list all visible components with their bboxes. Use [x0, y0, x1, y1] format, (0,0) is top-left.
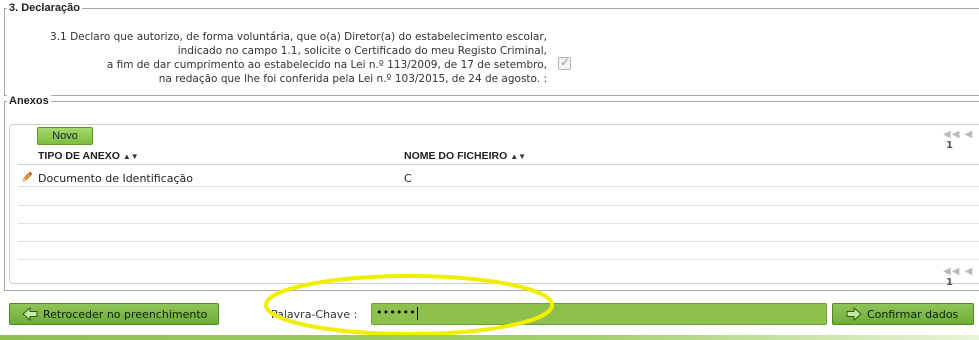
declaracao-text: 3.1 Declaro que autorizo, de forma volun… — [13, 30, 547, 86]
table-row — [18, 224, 979, 242]
table-header: TIPO DE ANEXO ▲▼ NOME DO FICHEIRO ▲▼ — [18, 149, 979, 165]
arrow-right-icon — [846, 307, 862, 321]
pager-prev-icon[interactable]: ◀ — [965, 266, 974, 277]
declaracao-section: 3. Declaração 3.1 Declaro que autorizo, … — [4, 1, 979, 96]
column-header-tipo[interactable]: TIPO DE ANEXO ▲▼ — [38, 150, 139, 162]
confirmar-label: Confirmar dados — [867, 308, 959, 321]
declaracao-line-3: a fim de dar cumprimento ao estabelecido… — [106, 59, 547, 71]
confirmar-button[interactable]: Confirmar dados — [832, 303, 974, 325]
cell-tipo: Documento de Identificação — [38, 172, 194, 185]
pager-first-icon[interactable]: ◀◀ — [943, 129, 960, 140]
column-header-tipo-label: TIPO DE ANEXO — [38, 150, 120, 162]
column-header-nome-label: NOME DO FICHEIRO — [404, 150, 508, 162]
pager-prev-icon[interactable]: ◀ — [965, 129, 974, 140]
retroceder-label: Retroceder no preenchimento — [43, 308, 208, 321]
checkbox-icon: ✓ — [560, 55, 571, 69]
arrow-left-icon — [22, 307, 38, 321]
highlight-ellipse — [264, 274, 554, 336]
declaracao-checkbox[interactable]: ✓ — [558, 55, 571, 70]
bottom-divider — [0, 335, 979, 340]
anexos-section: Anexos Novo ◀◀ ◀ 1 TIPO DE ANEXO ▲▼ NOME … — [4, 94, 979, 291]
declaracao-line-2: indicado no campo 1.1, solicite o Certif… — [177, 45, 547, 57]
declaracao-title: 3. Declaração — [7, 1, 82, 15]
retroceder-button[interactable]: Retroceder no preenchimento — [9, 303, 219, 325]
anexos-grid: Novo ◀◀ ◀ 1 TIPO DE ANEXO ▲▼ NOME DO FICH… — [9, 124, 979, 288]
pager-first-icon[interactable]: ◀◀ — [943, 266, 960, 277]
table-row — [18, 206, 979, 224]
column-header-nome[interactable]: NOME DO FICHEIRO ▲▼ — [404, 150, 526, 162]
sort-icon[interactable]: ▲▼ — [510, 152, 526, 161]
table-row — [18, 242, 979, 260]
declaracao-line-1: 3.1 Declaro que autorizo, de forma volun… — [50, 31, 547, 43]
anexos-title: Anexos — [7, 94, 51, 108]
pager-page-number: 1 — [946, 277, 954, 288]
pager-bottom: ◀◀ ◀ 1 — [943, 266, 979, 288]
pager-top: ◀◀ ◀ 1 — [943, 129, 979, 151]
table-row — [18, 188, 979, 206]
table-row[interactable]: Documento de Identificação C — [18, 169, 979, 187]
sort-icon[interactable]: ▲▼ — [123, 152, 139, 161]
declaracao-line-4: na redação que lhe foi conferida pela Le… — [158, 73, 547, 85]
edit-pencil-icon[interactable] — [21, 171, 33, 183]
novo-button[interactable]: Novo — [37, 127, 93, 145]
cell-nome: C — [404, 172, 412, 185]
